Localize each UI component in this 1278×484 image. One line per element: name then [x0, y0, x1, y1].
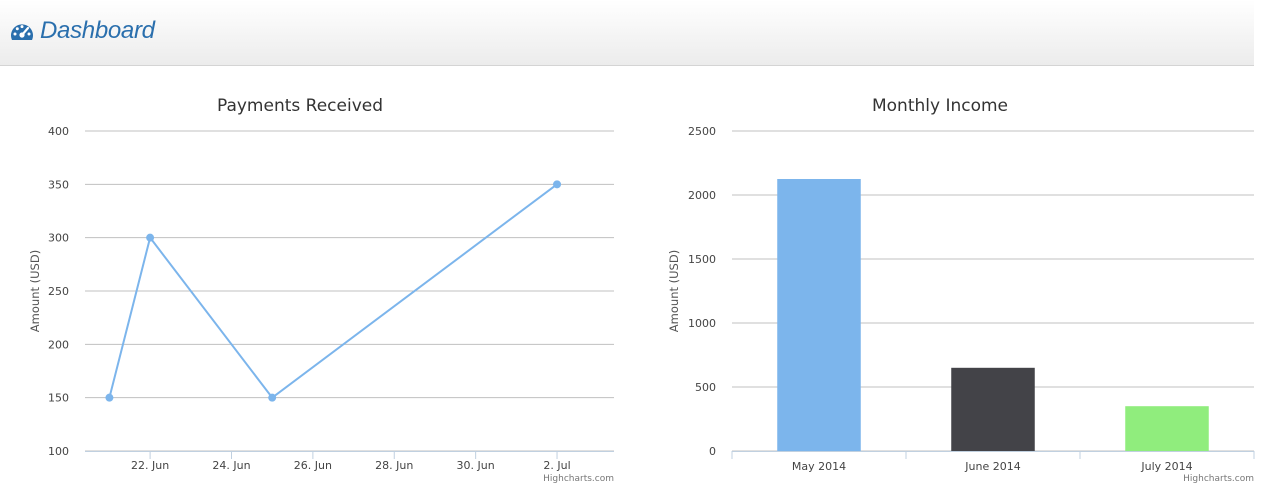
dashboard-icon [11, 24, 33, 40]
y-tick-label: 350 [48, 178, 69, 191]
data-point[interactable] [268, 393, 277, 402]
y-tick-label: 500 [695, 381, 716, 394]
x-tick-label: 28. Jun [375, 459, 413, 472]
y-tick-label: 2500 [688, 125, 716, 138]
page-header: Dashboard [0, 0, 1254, 66]
payments-received-chart: Payments Received Amount (USD) 100 150 200… [28, 96, 614, 484]
y-tick-label: 150 [48, 392, 69, 405]
y-tick-label: 200 [48, 338, 69, 351]
y-tick-label: 400 [48, 125, 69, 138]
y-tick-label: 1000 [688, 317, 716, 330]
x-tick-label: July 2014 [1140, 460, 1192, 473]
bar[interactable] [951, 367, 1035, 451]
data-point[interactable] [146, 233, 155, 242]
y-tick-label: 100 [48, 445, 69, 458]
data-point[interactable] [553, 180, 562, 189]
chart-title: Monthly Income [872, 96, 1008, 116]
chart-title: Payments Received [217, 96, 383, 116]
x-tick-label: 30. Jun [457, 459, 495, 472]
y-tick-label: 250 [48, 285, 69, 298]
x-tick-label: 24. Jun [212, 459, 250, 472]
y-axis-title: Amount (USD) [28, 250, 42, 332]
y-tick-label: 1500 [688, 253, 716, 266]
x-tick-label: June 2014 [964, 460, 1020, 473]
bar[interactable] [1125, 406, 1209, 451]
credits-link[interactable]: Highcharts.com [543, 474, 614, 484]
monthly-income-chart: Monthly Income Amount (USD) 0 500 1000 1500… [667, 96, 1255, 484]
bar[interactable] [777, 179, 861, 451]
x-tick-label: 26. Jun [294, 459, 332, 472]
page-title: Dashboard [40, 17, 155, 44]
x-tick-label: May 2014 [792, 460, 846, 473]
x-tick-label: 2. Jul [543, 459, 570, 472]
y-tick-label: 2000 [688, 189, 716, 202]
data-point[interactable] [105, 393, 114, 402]
y-axis-title: Amount (USD) [667, 250, 681, 332]
credits-link[interactable]: Highcharts.com [1183, 474, 1254, 484]
y-tick-label: 0 [709, 445, 716, 458]
y-tick-label: 300 [48, 232, 69, 245]
x-tick-label: 22. Jun [131, 459, 169, 472]
